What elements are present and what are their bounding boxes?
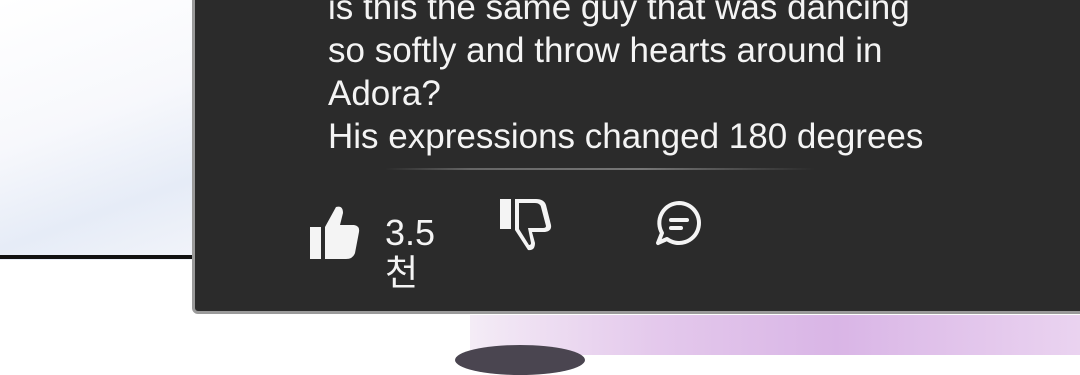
comment-bubble-icon <box>656 201 701 245</box>
comment-card: is this the same guy that was dancing so… <box>192 0 1080 314</box>
comment-line: is this the same guy that was dancing <box>328 0 910 27</box>
background-shape <box>455 345 585 375</box>
comment-line: Adora? <box>328 74 441 113</box>
comment-line: so softly and throw hearts around in <box>328 31 883 70</box>
background-divider-line <box>0 255 200 259</box>
reply-button[interactable] <box>655 199 703 247</box>
read-more-fade <box>385 168 815 170</box>
background-artwork-left <box>0 0 200 260</box>
comment-text: is this the same guy that was dancing so… <box>328 0 1048 158</box>
thumbs-down-icon <box>500 199 552 251</box>
like-button[interactable] <box>310 205 360 259</box>
thumbs-up-icon <box>310 206 360 259</box>
comment-line: His expressions changed 180 degrees <box>328 117 924 156</box>
like-count: 3.5천 <box>385 212 436 293</box>
dislike-button[interactable] <box>500 199 552 251</box>
